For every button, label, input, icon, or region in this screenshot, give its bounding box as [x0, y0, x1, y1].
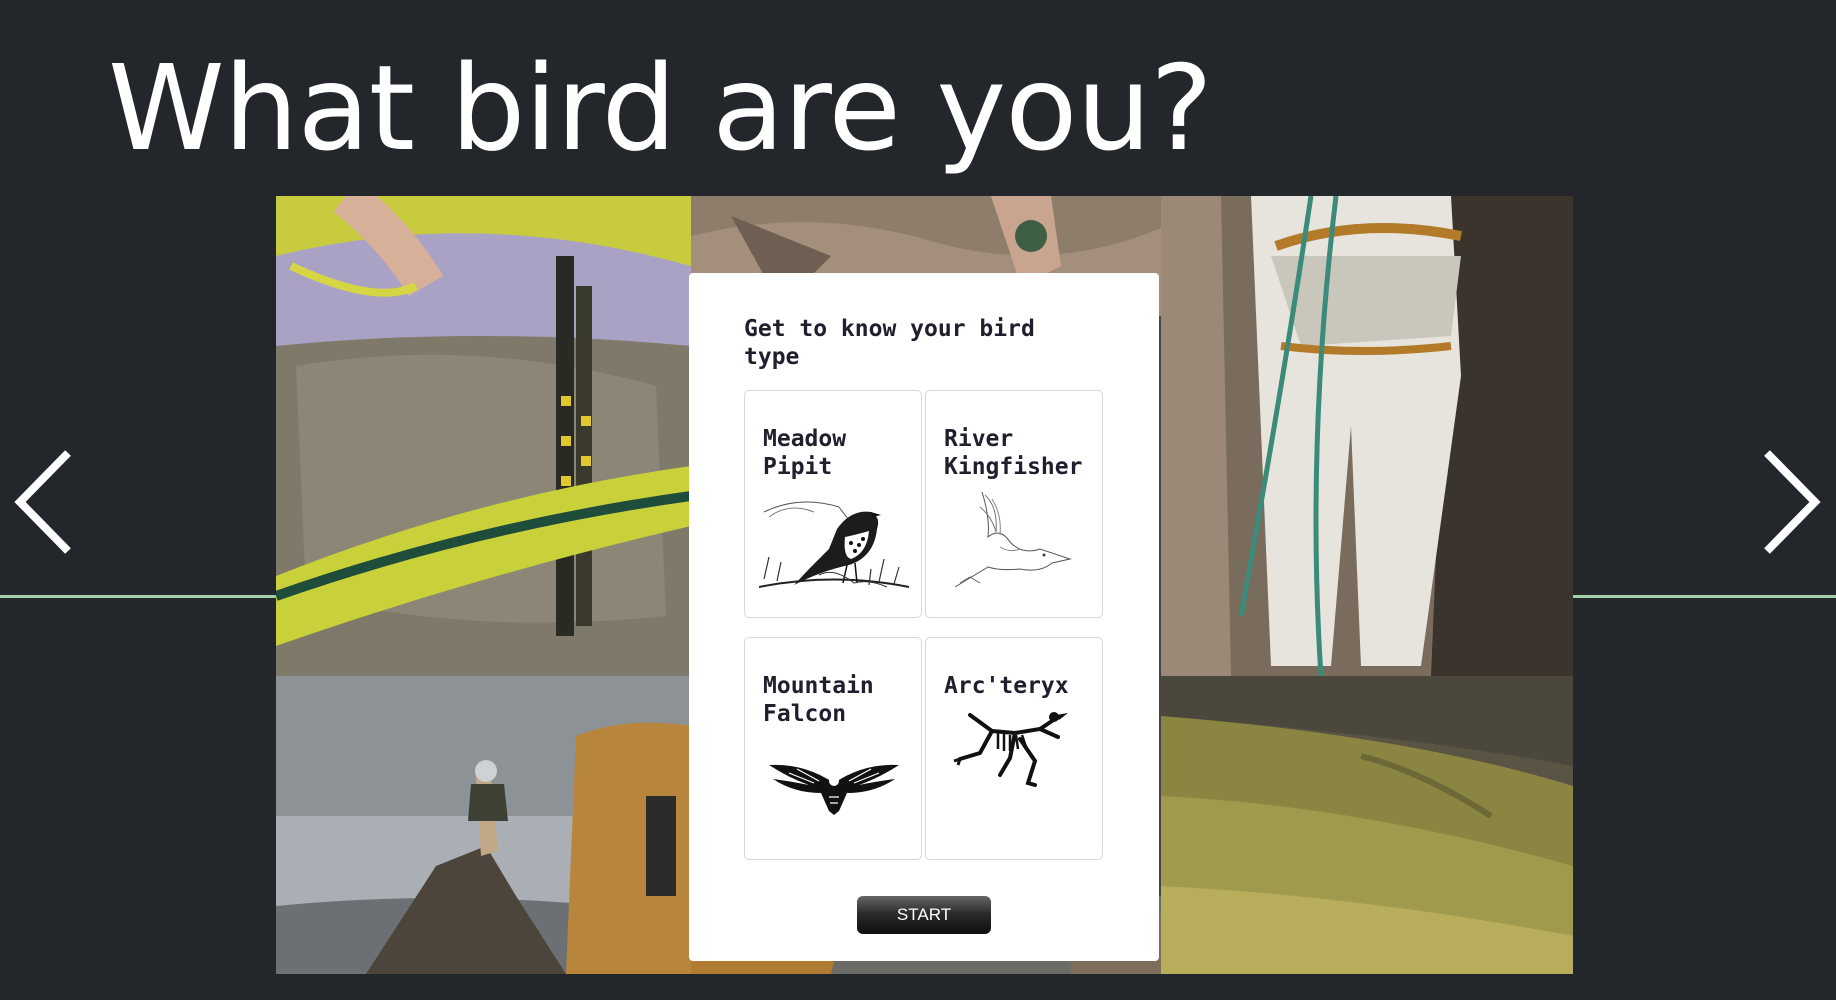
- bird-option-meadow-pipit[interactable]: Meadow Pipit: [744, 390, 922, 618]
- quiz-heading: Get to know your bird type: [744, 316, 1035, 370]
- chevron-left-icon: [14, 450, 71, 554]
- arcteryx-logo-icon: [940, 703, 1090, 788]
- bird-options-grid: Meadow Pipit River Kingfisher Mountain F…: [744, 390, 1104, 860]
- chevron-right-icon: [1764, 450, 1821, 554]
- pipit-illustration-icon: [759, 487, 909, 595]
- bird-quiz-card: Get to know your bird type Meadow Pipit: [689, 273, 1159, 961]
- next-slide-button[interactable]: [1755, 445, 1825, 560]
- bird-option-label: Arc'teryx: [944, 673, 1069, 699]
- bird-option-mountain-falcon[interactable]: Mountain Falcon: [744, 637, 922, 860]
- falcon-icon: [759, 753, 909, 823]
- bird-option-arcteryx[interactable]: Arc'teryx: [925, 637, 1103, 860]
- kingfisher-sketch-icon: [940, 487, 1090, 595]
- bird-option-label: Meadow Pipit: [763, 426, 847, 480]
- bird-option-label: Mountain Falcon: [763, 673, 874, 727]
- hiker-on-peak-photo: [276, 676, 691, 974]
- grassy-slope-photo: [1161, 676, 1573, 974]
- previous-slide-button[interactable]: [10, 445, 80, 560]
- climber-white-pants-photo: [1161, 196, 1573, 676]
- bird-option-label: River Kingfisher: [944, 426, 1083, 480]
- climber-harness-photo: [276, 196, 691, 676]
- start-button[interactable]: START: [857, 896, 991, 934]
- page-title: What bird are you?: [108, 39, 1213, 177]
- divider-line-right: [1573, 595, 1836, 598]
- bird-option-river-kingfisher[interactable]: River Kingfisher: [925, 390, 1103, 618]
- divider-line-left: [0, 595, 276, 598]
